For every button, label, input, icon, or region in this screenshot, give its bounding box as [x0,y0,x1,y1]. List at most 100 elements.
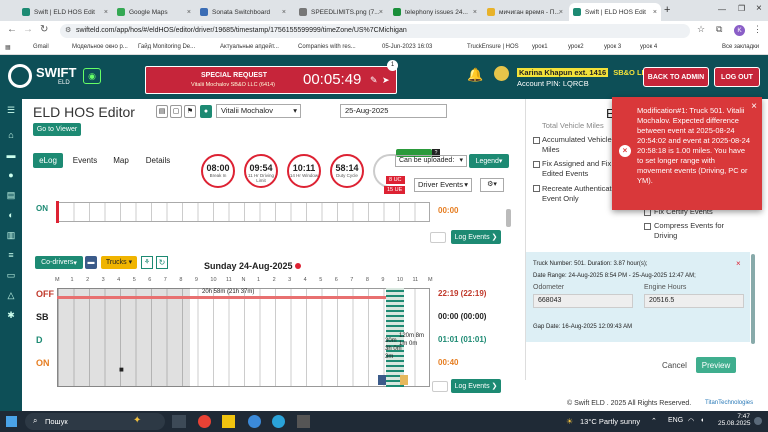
tab-map[interactable]: Map [106,153,136,168]
flag-icon[interactable]: ⚑ [184,105,196,118]
extensions-icon[interactable]: ⧉ [716,24,722,35]
special-request-banner[interactable]: SPECIAL REQUEST Vitalii Mochalov SB&O LL… [145,60,398,94]
truck-icon[interactable]: ▬ [85,256,97,269]
clipboard-icon[interactable]: ▢ [170,105,182,118]
checkbox[interactable] [533,137,540,144]
profile-avatar[interactable]: K [734,25,745,36]
edge-icon[interactable] [248,415,261,428]
go-to-viewer-button[interactable]: Go to Viewer [33,123,81,136]
telegram-icon[interactable] [272,415,285,428]
chart-icon[interactable]: ▥ [6,230,16,240]
minimize-icon[interactable]: — [718,5,726,14]
bookmark-item[interactable]: урок1 [532,44,548,50]
close-icon[interactable]: × [736,259,741,268]
truck-icon[interactable]: ▬ [6,150,16,160]
close-icon[interactable]: × [187,9,191,16]
checkbox[interactable] [644,209,651,216]
menu-dots-icon[interactable]: ⋮ [753,24,762,35]
wifi-icon[interactable]: ◠ [688,417,694,425]
browser-tab[interactable]: telephony issues 24... × [389,3,481,21]
reload-icon[interactable]: ↻ [40,24,48,35]
user-avatar[interactable] [494,66,509,81]
add-icon[interactable]: ⚘ [141,256,153,269]
option-total-vehicle-miles[interactable]: Total Vehicle Miles [542,121,604,131]
close-icon[interactable]: × [473,9,477,16]
chrome-icon[interactable] [198,415,211,428]
tab-elog[interactable]: eLog [33,153,63,168]
trucks-button[interactable]: Trucks ▾ [101,256,137,269]
legend-button[interactable]: Legend ▾ [469,154,509,168]
bookmark-item[interactable]: TruckEnsure | HOS [467,44,519,50]
uc-badge[interactable]: 8 UC [386,176,405,184]
bookmark-item[interactable]: урок 3 [604,44,621,50]
bookmark-star-icon[interactable]: ☆ [697,24,705,35]
lang-indicator[interactable]: ENG [668,417,683,424]
odometer-input[interactable]: 668043 [533,294,633,308]
bell-icon[interactable]: 🔔 [467,67,483,83]
upload-select[interactable]: Can be uploaded: ▾ [395,155,467,167]
radio-signal-icon[interactable]: ◉ [83,68,101,84]
bookmark-item[interactable]: урок2 [568,44,584,50]
maximize-icon[interactable]: ❐ [738,4,745,13]
log-events-button-2[interactable]: Log Events ❯ [451,379,501,393]
users-icon[interactable]: ● [6,170,16,180]
log-events-button[interactable]: Log Events ❯ [451,230,501,244]
browser-tab[interactable]: Swift | ELD HOS Edit × [18,3,112,21]
browser-tab[interactable]: мичиган время - П... × [483,3,567,21]
close-icon[interactable]: × [653,9,657,16]
browser-tab-active[interactable]: Swift | ELD HOS Edit × [569,3,661,21]
back-icon[interactable]: ← [7,24,17,35]
option-compress-driving[interactable]: Compress Events for Driving [654,221,738,241]
event-marker[interactable] [56,201,59,223]
close-icon[interactable]: × [559,9,563,16]
date-input[interactable]: 25-Aug-2025 [340,104,447,118]
off-duty-line[interactable] [57,296,387,299]
app-icon[interactable] [297,415,310,428]
hos-icon[interactable]: ◐ [6,210,16,220]
ue-badge[interactable]: 15 UE [384,186,406,194]
bookmark-item[interactable]: Актуальные апдейт... [220,44,279,50]
upper-on-grid[interactable] [57,202,430,222]
tray-chevron-icon[interactable]: ⌃ [651,417,657,425]
engine-hours-input[interactable]: 20516.5 [644,294,744,308]
all-bookmarks-link[interactable]: Все закладки [722,44,759,50]
send-icon[interactable]: ➤ [382,75,390,86]
alert-icon[interactable]: △ [6,290,16,300]
tab-events[interactable]: Events [68,153,102,168]
panel-scrollbar[interactable] [751,254,755,344]
logout-button[interactable]: LOG OUT [714,67,760,87]
windows-start-icon[interactable] [6,416,17,427]
map-icon[interactable]: ▤ [6,190,16,200]
task-view-icon[interactable] [172,415,186,428]
codrivers-button[interactable]: Co-drivers ▾ [35,256,83,269]
bookmark-item[interactable]: Гайд Monitoring De... [138,44,195,50]
scrollbar-thumb[interactable] [506,209,511,227]
browser-tab[interactable]: Sonata Switchboard × [196,3,290,21]
site-info-icon[interactable]: ⚙ [65,24,71,38]
file-icon[interactable]: ▭ [6,270,16,280]
new-tab-button[interactable]: + [664,4,670,16]
checkbox[interactable] [533,185,540,192]
url-input[interactable]: ⚙ swifteld.com/app/hos/#/eldHOS/editor/d… [60,24,690,38]
apps-grid-icon[interactable]: ▦ [5,44,11,51]
comment-icon[interactable] [430,232,446,243]
bookmark-item[interactable]: урок 4 [640,44,657,50]
user-icon[interactable]: ● [200,105,212,118]
toast-close-icon[interactable]: × [751,102,757,112]
close-icon[interactable]: × [379,9,383,16]
window-close-icon[interactable]: × [756,3,762,14]
cancel-button[interactable]: Cancel [662,361,687,370]
home-icon[interactable]: ⌂ [6,130,16,140]
preview-button[interactable]: Preview [696,357,736,373]
edit-icon[interactable]: ✎ [370,75,378,86]
back-to-admin-button[interactable]: BACK TO ADMIN [643,67,709,87]
clock[interactable]: 7:47 25.08.2025 [718,413,751,427]
bookmark-item[interactable]: Модельное окно р... [72,44,128,50]
driver-select[interactable]: Vitalii Mochalov ▾ [216,104,301,118]
forward-icon[interactable]: → [23,24,33,35]
checkbox[interactable] [533,161,540,168]
checkbox[interactable] [644,223,651,230]
notification-icon[interactable] [754,417,762,425]
settings-gear-icon[interactable]: ⚙▾ [480,178,504,192]
list-icon[interactable]: ≡ [6,250,16,260]
